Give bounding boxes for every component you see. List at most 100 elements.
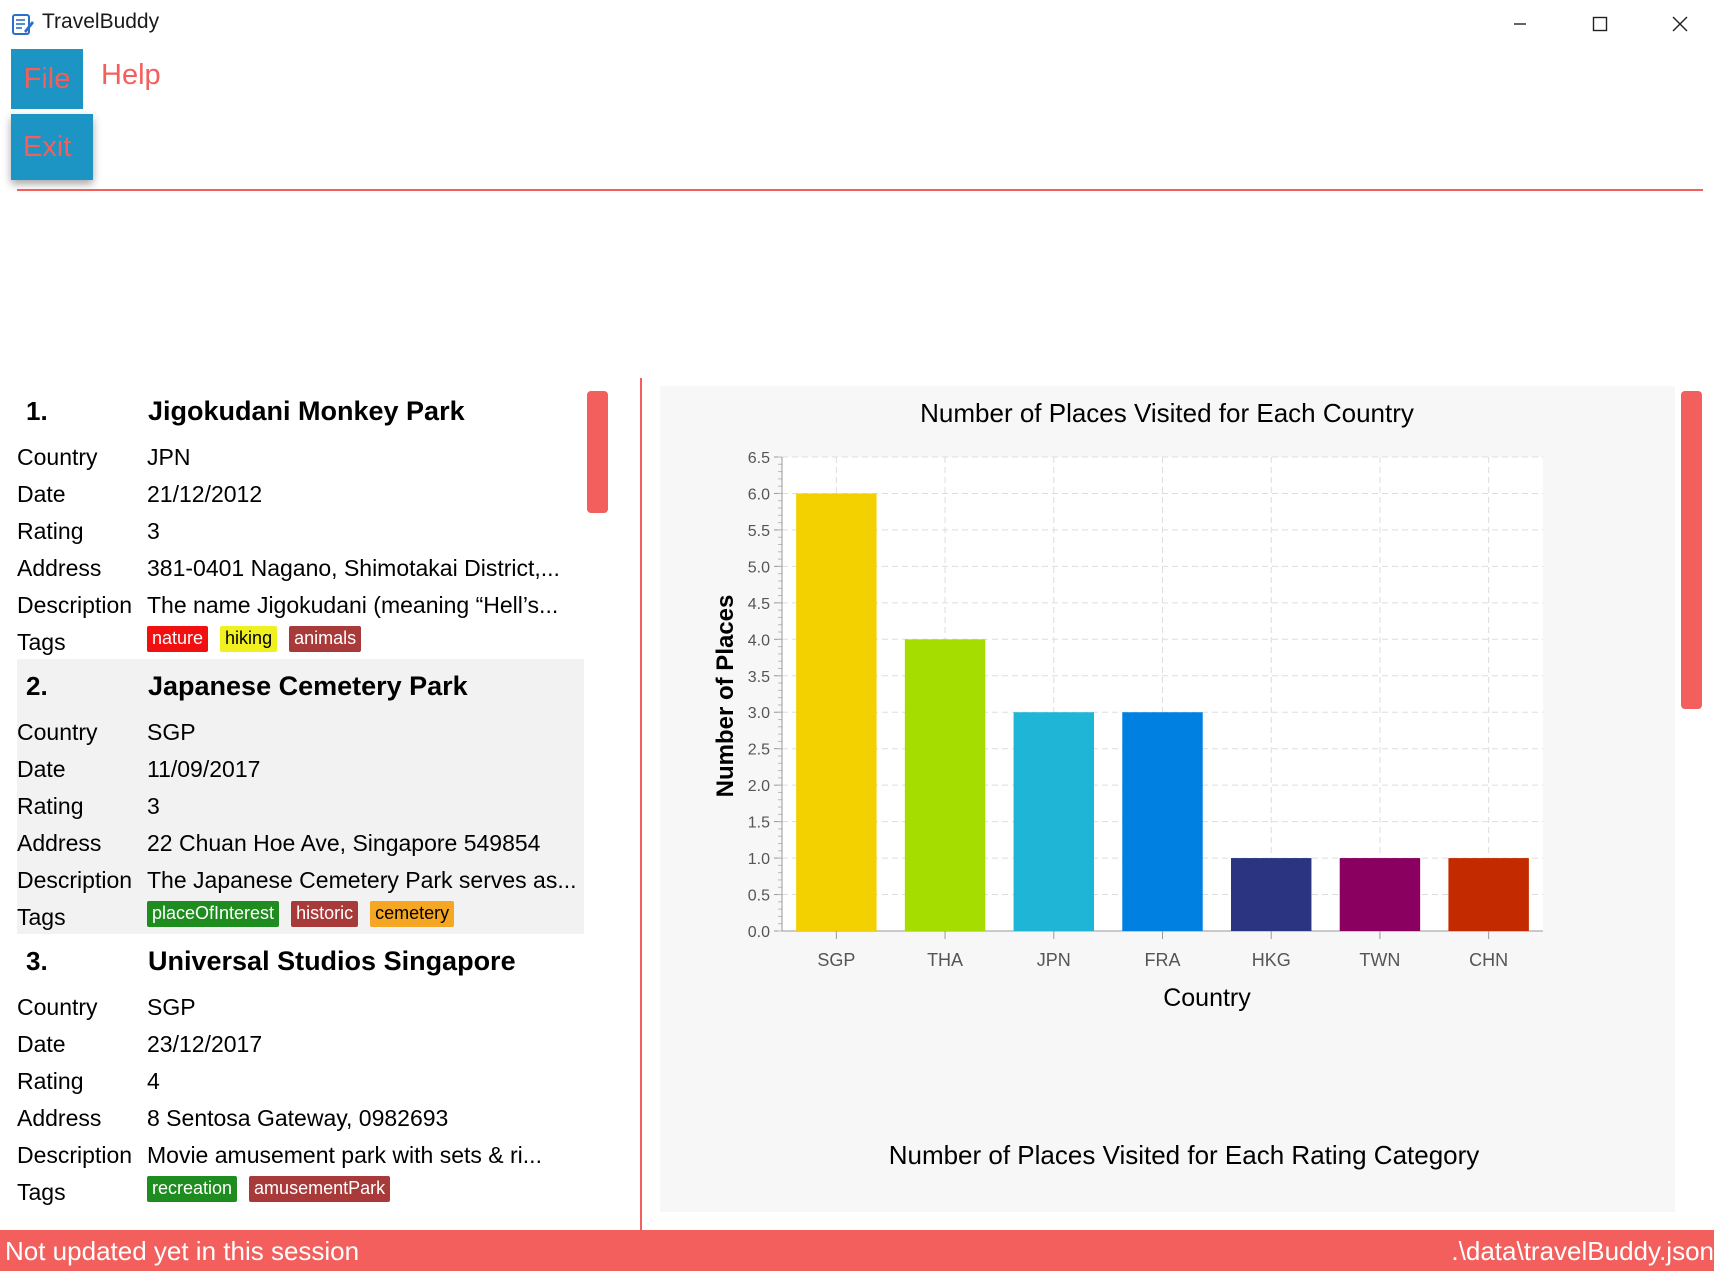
close-icon	[1672, 16, 1688, 32]
menu-file[interactable]: File	[11, 49, 83, 109]
tags-label: Tags	[17, 629, 66, 655]
bar-twn	[1339, 858, 1421, 931]
tags-label: Tags	[17, 1179, 66, 1205]
address-label: Address	[17, 830, 102, 856]
date-label: Date	[17, 1031, 66, 1057]
y-tick-label: 4.5	[748, 596, 770, 613]
rating-value: 3	[147, 518, 160, 544]
rating-value: 3	[147, 793, 160, 819]
bar-hkg	[1230, 858, 1312, 931]
address-label: Address	[17, 555, 102, 581]
y-tick-label: 3.5	[748, 669, 770, 686]
bar-fra	[1122, 712, 1203, 931]
bar-jpn	[1013, 712, 1095, 931]
description-label: Description	[17, 1142, 133, 1168]
status-bar: Not updated yet in this session .\data\t…	[0, 1230, 1714, 1271]
chart-title: Number of Places Visited for Each Countr…	[920, 398, 1414, 428]
app-logo-icon	[12, 14, 34, 35]
menu-help[interactable]: Help	[101, 59, 161, 92]
command-box-underline	[17, 189, 1703, 191]
place-index: 3.	[26, 946, 48, 976]
country-label: Country	[17, 719, 98, 745]
country-value: SGP	[147, 994, 196, 1020]
minimize-icon	[1514, 23, 1526, 25]
country-bar-chart: Number of Places Visited for Each Countr…	[712, 398, 1543, 1012]
y-tick-label: 6.0	[748, 486, 770, 503]
minimize-button[interactable]	[1480, 0, 1560, 48]
travelbuddy-window: TravelBuddy File Help Exit 1. Jigokudani…	[0, 0, 1714, 1271]
x-tick-label: JPN	[1037, 950, 1071, 970]
description-label: Description	[17, 592, 133, 618]
date-label: Date	[17, 481, 66, 507]
rating-label: Rating	[17, 1068, 84, 1094]
x-tick-label: HKG	[1252, 950, 1291, 970]
rating-chart-title: Number of Places Visited for Each Rating…	[888, 1140, 1480, 1170]
y-tick-label: 6.5	[748, 450, 770, 467]
description-value: The Japanese Cemetery Park serves as...	[147, 867, 577, 893]
place-card[interactable]: 2. Japanese Cemetery Park Country SGP Da…	[17, 659, 584, 934]
date-label: Date	[17, 756, 66, 782]
tags-label: Tags	[17, 904, 66, 930]
title-bar: TravelBuddy	[0, 0, 1714, 48]
y-tick-label: 0.0	[748, 924, 770, 941]
tag-list: nature hiking animals	[147, 626, 362, 652]
address-value: 8 Sentosa Gateway, 0982693	[147, 1105, 449, 1131]
rating-label: Rating	[17, 793, 84, 819]
y-tick-label: 4.0	[748, 632, 770, 649]
tag-list: recreation amusementPark	[147, 1176, 391, 1202]
save-location: .\data\travelBuddy.json	[1451, 1236, 1714, 1266]
sync-status: Not updated yet in this session	[5, 1236, 360, 1266]
description-value: Movie amusement park with sets & ri...	[147, 1142, 542, 1168]
window-title: TravelBuddy	[42, 10, 160, 33]
date-value: 23/12/2017	[147, 1031, 263, 1057]
tag: hiking	[220, 626, 278, 652]
menu-item-exit[interactable]: Exit	[23, 131, 71, 164]
country-value: JPN	[147, 444, 191, 470]
country-value: SGP	[147, 719, 196, 745]
tag: animals	[289, 626, 362, 652]
place-card[interactable]: 1. Jigokudani Monkey Park Country JPN Da…	[17, 384, 584, 659]
split-pane-divider[interactable]	[640, 378, 642, 1230]
place-list-scrollbar[interactable]	[587, 391, 608, 513]
file-dropdown-menu: Exit	[11, 114, 93, 180]
rating-label: Rating	[17, 518, 84, 544]
rating-value: 4	[147, 1068, 160, 1094]
country-label: Country	[17, 444, 98, 470]
x-tick-label: THA	[927, 950, 963, 970]
close-button[interactable]	[1640, 0, 1714, 48]
place-index: 2.	[26, 671, 48, 701]
date-value: 21/12/2012	[147, 481, 263, 507]
tag-list: placeOfInterest historic cemetery	[147, 901, 455, 927]
place-list[interactable]: 1. Jigokudani Monkey Park Country JPN Da…	[17, 384, 584, 1212]
y-tick-label: 2.5	[748, 742, 770, 759]
place-index: 1.	[26, 396, 48, 426]
y-axis: 0.0 0.5 1.0 1.5 2.0 2.5 3.0 3.5 4.0 4.5 5.0 5.5 6.0 6…	[748, 450, 783, 941]
bar-sgp	[796, 493, 877, 931]
description-label: Description	[17, 867, 133, 893]
tag: recreation	[147, 1176, 238, 1202]
tag: nature	[147, 626, 209, 652]
tag: cemetery	[370, 901, 455, 927]
y-tick-label: 1.0	[748, 851, 770, 868]
address-value: 381-0401 Nagano, Shimotakai District,...	[147, 555, 560, 581]
x-tick-label: TWN	[1359, 950, 1400, 970]
chart-panel-scrollbar[interactable]	[1681, 391, 1702, 709]
date-value: 11/09/2017	[147, 756, 261, 782]
tag: historic	[291, 901, 359, 927]
y-tick-label: 5.0	[748, 559, 770, 576]
bar-chn	[1448, 858, 1529, 931]
place-name: Jigokudani Monkey Park	[148, 396, 465, 426]
tag: placeOfInterest	[147, 901, 280, 927]
maximize-button[interactable]	[1560, 0, 1640, 48]
x-axis: SGP THA JPN FRA HKG TWN CHN	[782, 930, 1543, 970]
place-name: Japanese Cemetery Park	[148, 671, 468, 701]
x-axis-label: Country	[1163, 984, 1251, 1012]
address-value: 22 Chuan Hoe Ave, Singapore 549854	[147, 830, 541, 856]
y-tick-label: 3.0	[748, 705, 770, 722]
bar-tha	[904, 639, 986, 931]
description-value: The name Jigokudani (meaning “Hell’s...	[147, 592, 559, 618]
x-tick-label: FRA	[1145, 950, 1181, 970]
place-card[interactable]: 3. Universal Studios Singapore Country S…	[17, 934, 584, 1209]
place-name: Universal Studios Singapore	[148, 946, 516, 976]
maximize-icon	[1592, 16, 1608, 32]
